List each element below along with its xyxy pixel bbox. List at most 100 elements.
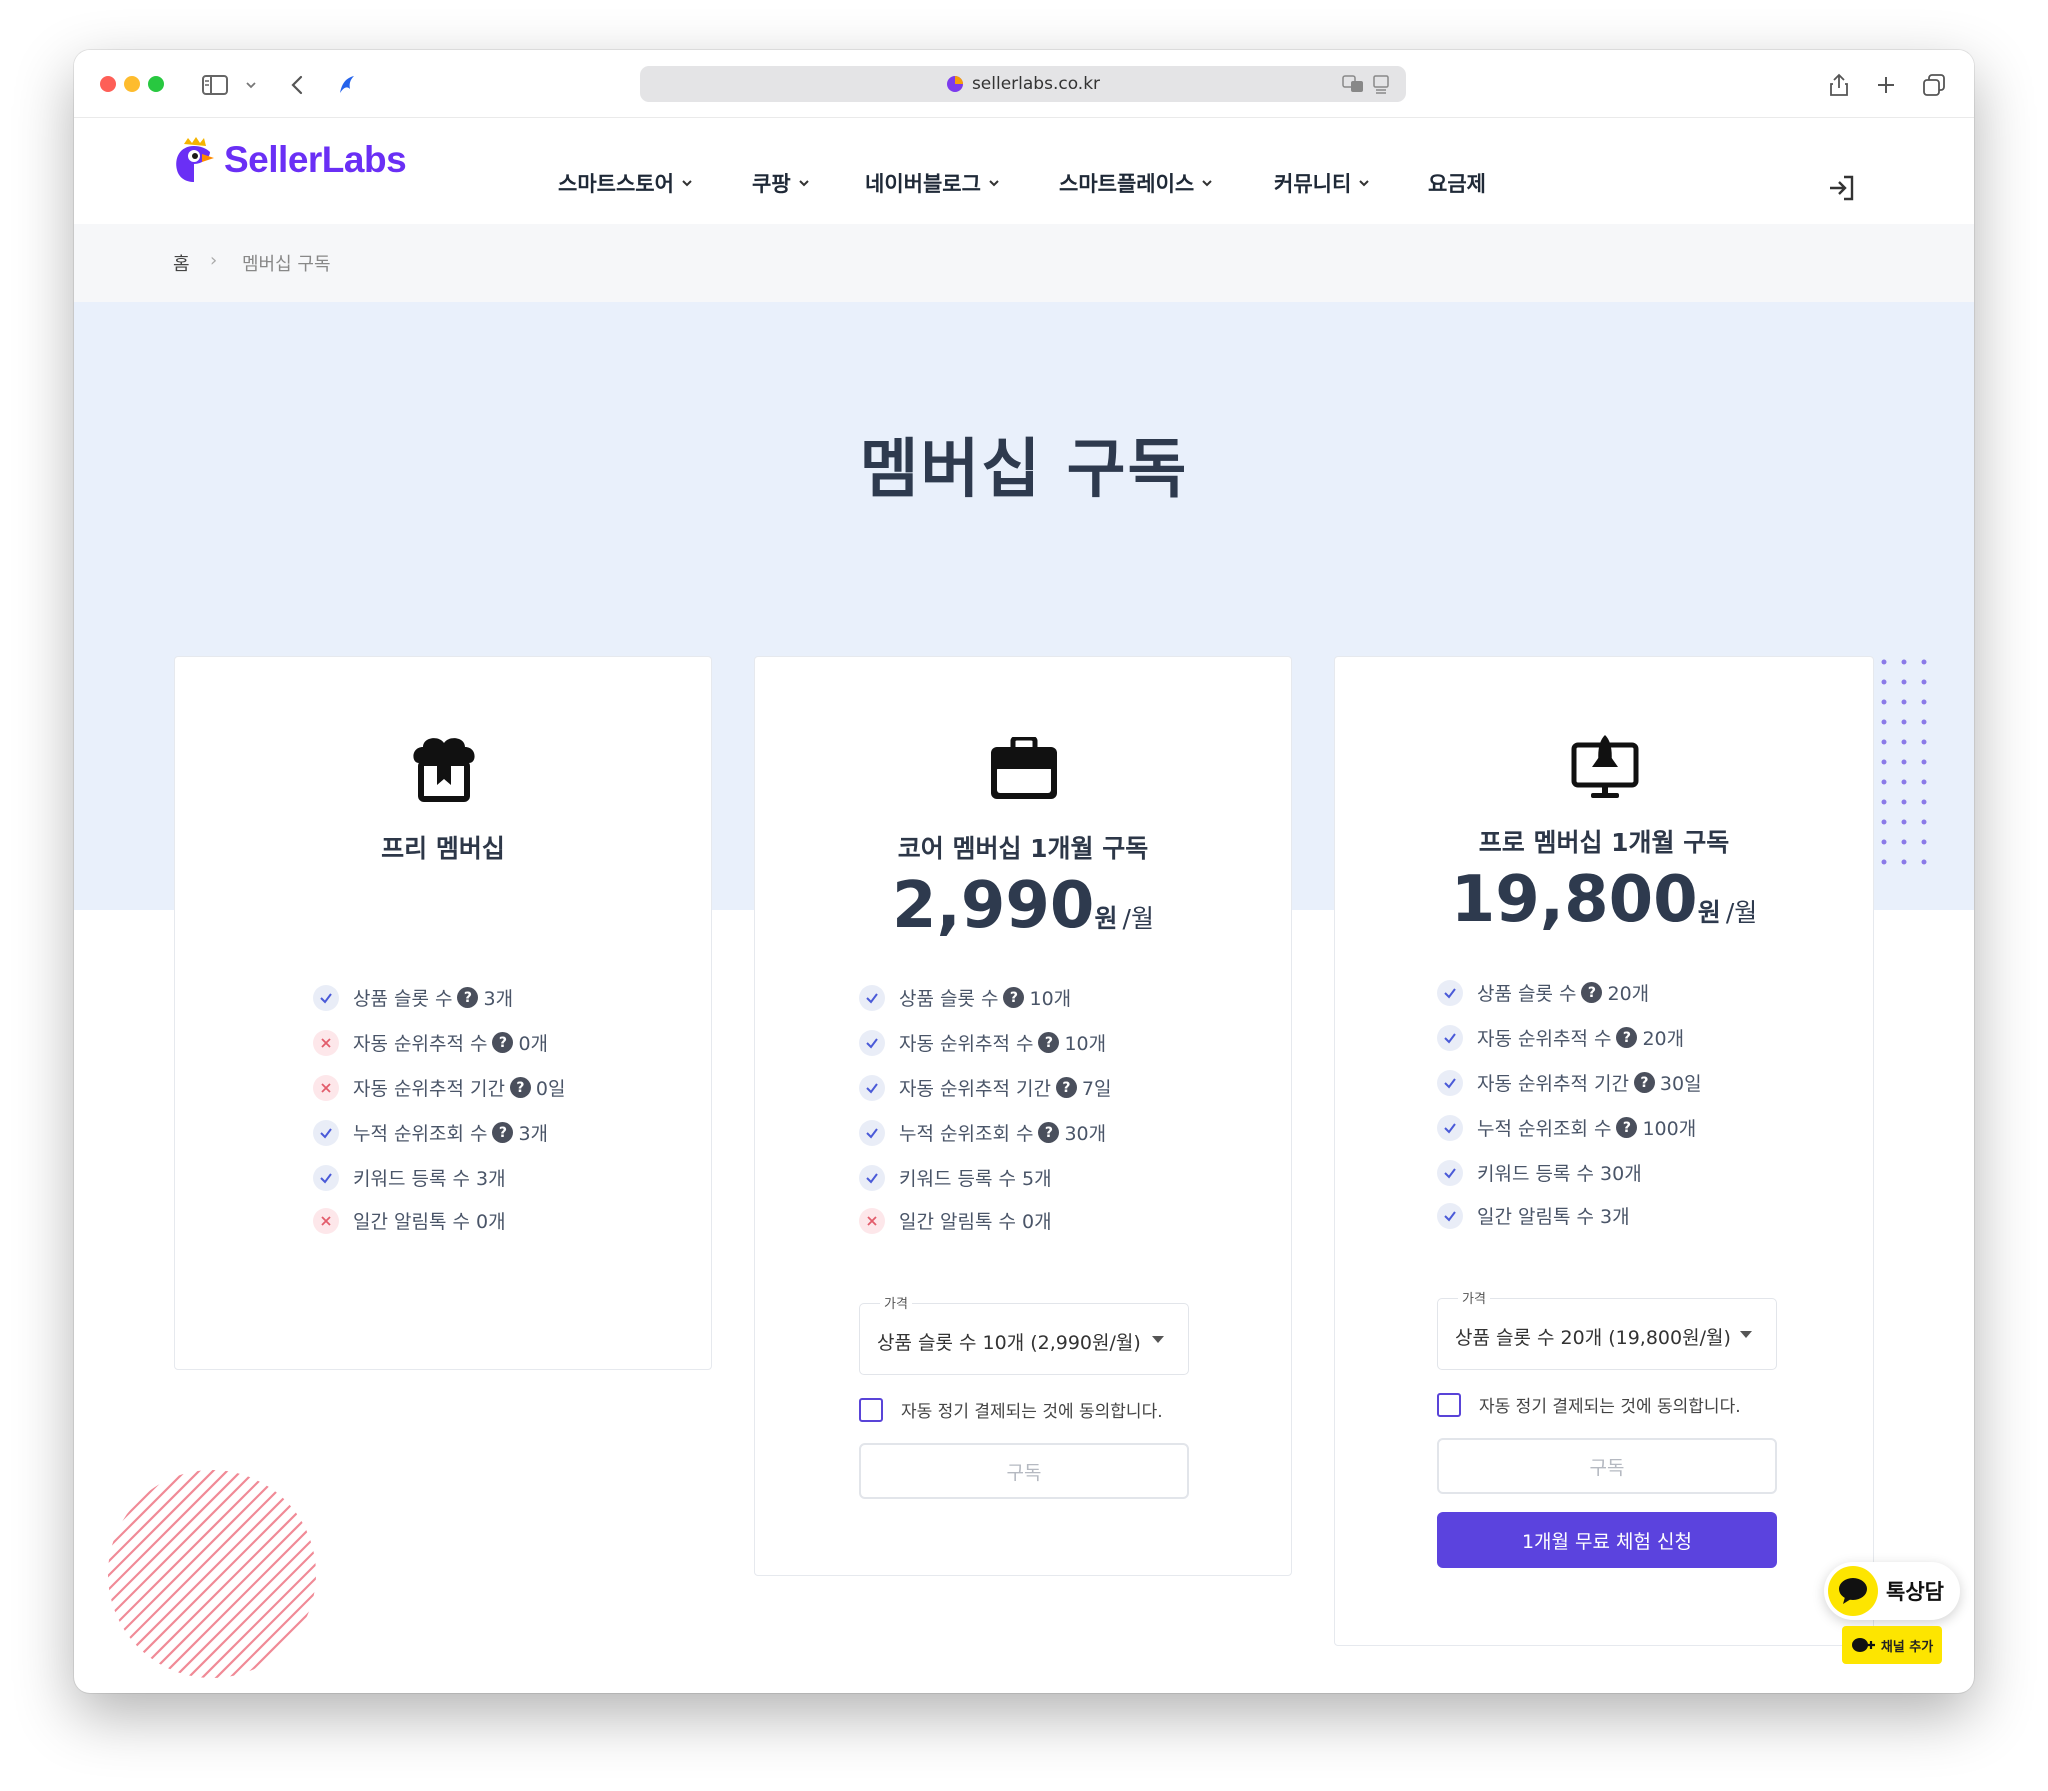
feature-label: 키워드 등록 수 — [899, 1168, 1016, 1190]
feature-row: 자동 순위추적 기간? 30일 — [1437, 1069, 1702, 1096]
price-unit: 원 — [1094, 904, 1118, 933]
feature-row: 자동 순위추적 수? 0개 — [313, 1029, 548, 1056]
help-icon[interactable]: ? — [1038, 1032, 1060, 1053]
chevron-down-icon — [1359, 180, 1369, 187]
sidebar-toggle-icon[interactable] — [198, 68, 232, 102]
zoom-window-button[interactable] — [148, 76, 164, 92]
feature-row: 상품 슬롯 수? 10개 — [859, 984, 1071, 1011]
subscribe-button[interactable]: 구독 — [859, 1443, 1189, 1499]
nav-label: 네이버블로그 — [865, 172, 981, 196]
nav-pricing[interactable]: 요금제 — [1428, 168, 1486, 198]
help-icon[interactable]: ? — [1633, 1072, 1655, 1093]
login-icon[interactable] — [1826, 172, 1858, 204]
nav-label: 쿠팡 — [752, 172, 791, 196]
translate-icon[interactable] — [1342, 75, 1364, 97]
browser-toolbar: sellerlabs.co.kr — [74, 50, 1974, 118]
nav-coupang[interactable]: 쿠팡 — [752, 168, 810, 198]
nav-smartstore[interactable]: 스마트스토어 — [558, 168, 693, 198]
select-value: 상품 슬롯 수 20개 (19,800원/월) — [1455, 1327, 1731, 1349]
feature-value: 30개 — [1600, 1163, 1642, 1185]
feature-label: 자동 순위추적 기간 — [899, 1078, 1051, 1100]
extension-icon[interactable] — [330, 68, 364, 102]
price-unit: 원 — [1697, 898, 1721, 927]
help-icon[interactable]: ? — [1581, 982, 1603, 1003]
checkbox-box[interactable] — [859, 1397, 883, 1422]
select-label: 가격 — [1458, 1288, 1490, 1307]
nav-smart-place[interactable]: 스마트플레이스 — [1059, 168, 1213, 198]
checkbox-label: 자동 정기 결제되는 것에 동의합니다. — [1479, 1397, 1741, 1417]
help-icon[interactable]: ? — [1616, 1027, 1638, 1048]
feature-value: 0일 — [535, 1078, 566, 1100]
kakao-chat-button[interactable]: 톡상담 — [1824, 1562, 1960, 1620]
free-trial-button[interactable]: 1개월 무료 체험 신청 — [1437, 1512, 1777, 1568]
logo-bird-icon — [176, 137, 214, 182]
help-icon[interactable]: ? — [492, 1122, 514, 1143]
price-amount: 19,800 — [1450, 863, 1698, 937]
help-icon[interactable]: ? — [1038, 1122, 1060, 1143]
feature-value: 3개 — [476, 1168, 506, 1190]
feature-row: 누적 순위조회 수? 100개 — [1437, 1114, 1696, 1141]
feature-value: 30일 — [1659, 1073, 1702, 1095]
help-icon[interactable]: ? — [492, 1032, 514, 1053]
feature-label: 누적 순위조회 수 — [353, 1123, 488, 1145]
help-icon[interactable]: ? — [457, 987, 479, 1008]
add-channel-button[interactable]: 채널 추가 — [1842, 1626, 1942, 1664]
feature-label: 상품 슬롯 수 — [1477, 983, 1577, 1005]
price-select[interactable]: 가격 상품 슬롯 수 10개 (2,990원/월) — [859, 1293, 1189, 1375]
select-value: 상품 슬롯 수 10개 (2,990원/월) — [877, 1332, 1141, 1354]
check-icon — [859, 1029, 885, 1056]
chevron-down-icon[interactable] — [234, 68, 268, 102]
breadcrumb-home[interactable]: 홈 — [173, 250, 190, 276]
feature-row: 일간 알림톡 수 0개 — [859, 1207, 1052, 1234]
tab-overview-icon[interactable] — [1917, 68, 1951, 102]
check-icon — [1437, 1159, 1463, 1186]
price-period: /월 — [1122, 904, 1154, 933]
feature-row: 자동 순위추적 수? 20개 — [1437, 1024, 1684, 1051]
plan-title: 프로 멤버십 1개월 구독 — [1478, 828, 1730, 857]
help-icon[interactable]: ? — [1055, 1077, 1077, 1098]
feature-value: 0개 — [476, 1211, 506, 1233]
share-icon[interactable] — [1822, 68, 1856, 102]
feature-label: 상품 슬롯 수 — [899, 988, 999, 1010]
feature-value: 3개 — [483, 988, 514, 1010]
cross-icon — [313, 1029, 339, 1056]
price-amount: 2,990 — [892, 869, 1095, 943]
plan-card-pro: 프로 멤버십 1개월 구독 19,800원 /월 상품 슬롯 수? 20개 자동 … — [1334, 656, 1874, 1646]
feature-label: 누적 순위조회 수 — [1477, 1118, 1612, 1140]
help-icon[interactable]: ? — [1616, 1117, 1638, 1138]
check-icon — [859, 984, 885, 1011]
help-icon[interactable]: ? — [1003, 987, 1025, 1008]
logo[interactable]: SellerLabs — [172, 136, 407, 184]
check-icon — [859, 1164, 885, 1191]
feature-label: 키워드 등록 수 — [353, 1168, 470, 1190]
plan-card-core: 코어 멤버십 1개월 구독 2,990원 /월 상품 슬롯 수? 10개 자동 순… — [754, 656, 1292, 1576]
checkbox-box[interactable] — [1437, 1392, 1461, 1417]
decorative-striped-circle — [108, 1470, 316, 1678]
auto-payment-agree-checkbox[interactable]: 자동 정기 결제되는 것에 동의합니다. — [859, 1397, 1163, 1422]
logo-text: SellerLabs — [224, 139, 407, 180]
rocket-monitor-icon — [1571, 733, 1639, 805]
feature-label: 상품 슬롯 수 — [353, 988, 453, 1010]
chevron-down-icon — [989, 180, 999, 187]
breadcrumb: 홈 › 멤버십 구독 — [74, 224, 1974, 302]
check-icon — [1437, 1069, 1463, 1096]
nav-naver-blog[interactable]: 네이버블로그 — [865, 168, 1000, 198]
feature-row: 자동 순위추적 기간? 7일 — [859, 1074, 1112, 1101]
feature-value: 7일 — [1081, 1078, 1112, 1100]
close-window-button[interactable] — [100, 76, 116, 92]
reader-icon[interactable] — [1372, 74, 1390, 98]
feature-label: 일간 알림톡 수 — [899, 1211, 1016, 1233]
subscribe-button[interactable]: 구독 — [1437, 1438, 1777, 1494]
back-icon[interactable] — [280, 68, 314, 102]
feature-value: 100개 — [1642, 1118, 1697, 1140]
price-select[interactable]: 가격 상품 슬롯 수 20개 (19,800원/월) — [1437, 1288, 1777, 1370]
breadcrumb-current: 멤버십 구독 — [242, 254, 331, 275]
plan-price: 2,990원 /월 — [755, 869, 1291, 943]
auto-payment-agree-checkbox[interactable]: 자동 정기 결제되는 것에 동의합니다. — [1437, 1392, 1741, 1417]
help-icon[interactable]: ? — [509, 1077, 531, 1098]
feature-value: 10개 — [1064, 1033, 1107, 1055]
address-bar[interactable]: sellerlabs.co.kr — [640, 66, 1406, 102]
minimize-window-button[interactable] — [124, 76, 140, 92]
new-tab-icon[interactable] — [1869, 68, 1903, 102]
nav-community[interactable]: 커뮤니티 — [1274, 168, 1370, 198]
